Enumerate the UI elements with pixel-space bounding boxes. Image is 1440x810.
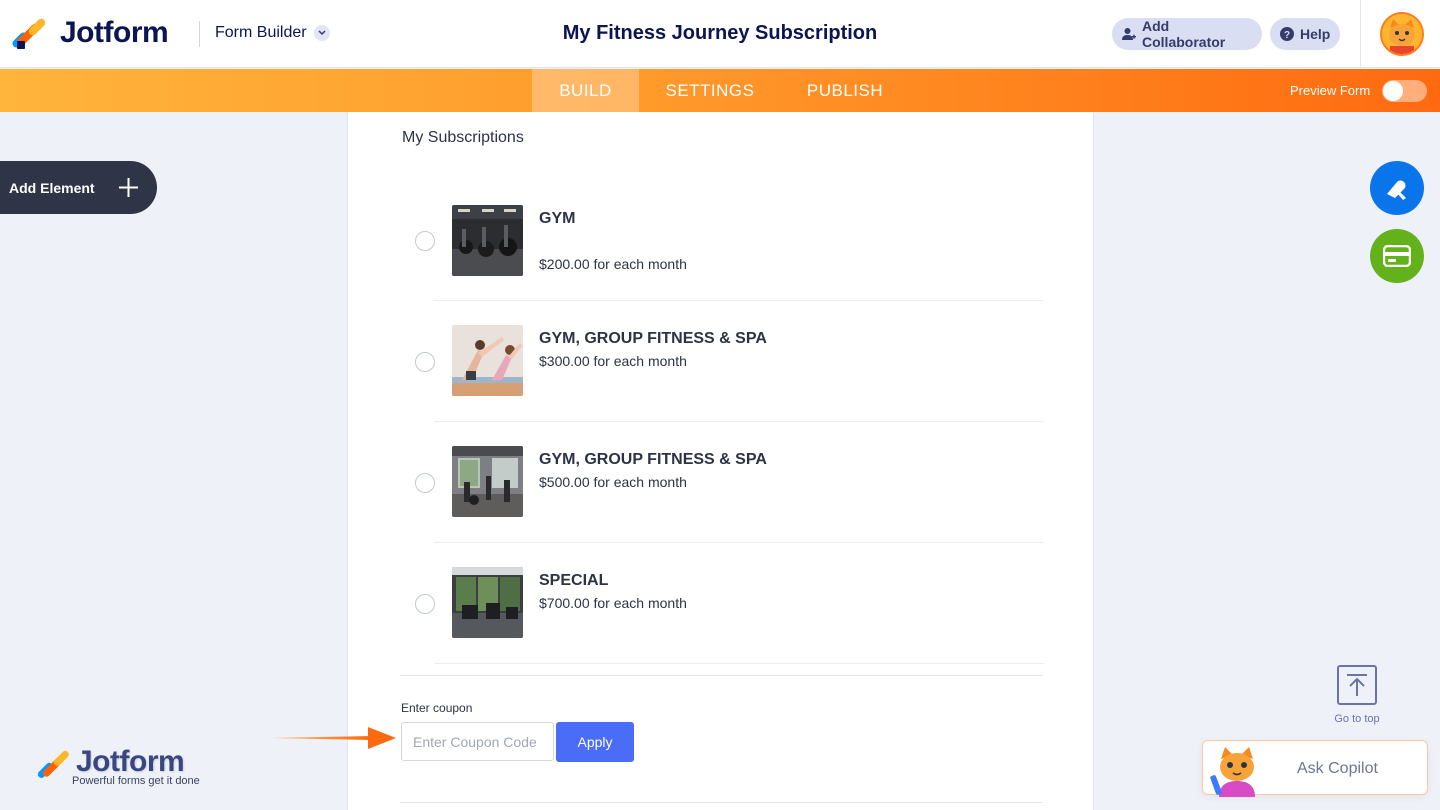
form-canvas: My Subscriptions GYM $200.00 for each mo…: [347, 112, 1094, 810]
product-name: GYM: [539, 210, 576, 227]
section-title: My Subscriptions: [402, 129, 524, 146]
builder-nav: BUILD SETTINGS PUBLISH Preview Form: [0, 69, 1440, 112]
help-icon: ?: [1280, 27, 1294, 41]
special-image: [452, 567, 523, 638]
add-collaborator-button[interactable]: Add Collaborator: [1112, 18, 1262, 50]
arrow-up-icon: [1337, 665, 1377, 705]
jotform-watermark: Jotform Powerful forms get it done: [38, 745, 218, 790]
product-price: $200.00 for each month: [539, 256, 687, 272]
add-element-button[interactable]: Add Element: [0, 161, 157, 214]
help-label: Help: [1300, 26, 1331, 42]
toggle-knob: [1383, 81, 1403, 101]
go-to-top-label: Go to top: [1334, 713, 1380, 725]
group-fitness-image: [452, 325, 523, 396]
user-avatar[interactable]: [1380, 12, 1424, 56]
paint-roller-icon: [1387, 180, 1406, 200]
add-collaborator-label: Add Collaborator: [1142, 18, 1226, 50]
header-divider-right: [1360, 0, 1361, 68]
product-name: GYM, GROUP FITNESS & SPA: [539, 330, 767, 347]
watermark-tagline: Powerful forms get it done: [72, 775, 200, 787]
payment-settings-button[interactable]: [1370, 229, 1424, 283]
product-radio[interactable]: [415, 231, 435, 251]
user-plus-icon: [1122, 27, 1136, 41]
preview-form-toggle[interactable]: [1382, 80, 1427, 102]
watermark-brand: Jotform: [76, 745, 185, 778]
product-item[interactable]: GYM, GROUP FITNESS & SPA $500.00 for eac…: [415, 422, 1044, 543]
product-price: $700.00 for each month: [539, 595, 687, 611]
ask-copilot-label: Ask Copilot: [1297, 760, 1378, 777]
copilot-cat-icon: [1210, 747, 1255, 797]
product-radio[interactable]: [415, 473, 435, 493]
tab-publish[interactable]: PUBLISH: [790, 69, 900, 112]
jotform-watermark-icon: [38, 750, 69, 778]
coupon-input[interactable]: [401, 722, 554, 761]
pointer-arrow-icon: [270, 727, 396, 749]
top-bar: Jotform Form Builder My Fitness Journey …: [0, 0, 1440, 68]
tab-build[interactable]: BUILD: [532, 69, 639, 112]
jotform-logo-icon: [10, 17, 47, 50]
chevron-down-icon: [313, 25, 330, 41]
section-divider: [400, 675, 1043, 676]
ask-copilot-button[interactable]: Ask Copilot: [1202, 740, 1428, 797]
tab-settings[interactable]: SETTINGS: [650, 69, 770, 112]
product-name: GYM, GROUP FITNESS & SPA: [539, 451, 767, 468]
preview-form-label: Preview Form: [1290, 83, 1371, 98]
product-name: SPECIAL: [539, 572, 609, 589]
add-element-label: Add Element: [9, 179, 95, 196]
form-title[interactable]: My Fitness Journey Subscription: [563, 22, 878, 44]
jotform-logo[interactable]: Jotform: [10, 16, 169, 50]
go-to-top-button[interactable]: Go to top: [1330, 665, 1384, 725]
header-divider: [199, 21, 200, 47]
credit-card-icon: [1383, 245, 1411, 267]
product-price: $300.00 for each month: [539, 353, 687, 369]
svg-text:?: ?: [1284, 30, 1290, 41]
form-builder-label: Form Builder: [215, 24, 307, 41]
product-price: $500.00 for each month: [539, 474, 687, 490]
product-item[interactable]: SPECIAL $700.00 for each month: [415, 543, 1044, 664]
brand-name: Jotform: [60, 16, 169, 49]
product-radio[interactable]: [415, 352, 435, 372]
form-builder-menu[interactable]: Form Builder: [215, 24, 330, 42]
spa-image: [452, 446, 523, 517]
product-item[interactable]: GYM, GROUP FITNESS & SPA $300.00 for eac…: [415, 301, 1044, 422]
coupon-label: Enter coupon: [401, 701, 473, 715]
gym-image: [452, 205, 523, 276]
section-divider: [400, 802, 1043, 803]
plus-icon: [119, 178, 138, 197]
cat-avatar-icon: [1382, 14, 1422, 54]
help-button[interactable]: ? Help: [1270, 18, 1340, 50]
apply-coupon-button[interactable]: Apply: [556, 722, 634, 762]
product-item[interactable]: GYM $200.00 for each month: [415, 180, 1044, 301]
product-radio[interactable]: [415, 594, 435, 614]
form-designer-button[interactable]: [1370, 161, 1424, 215]
